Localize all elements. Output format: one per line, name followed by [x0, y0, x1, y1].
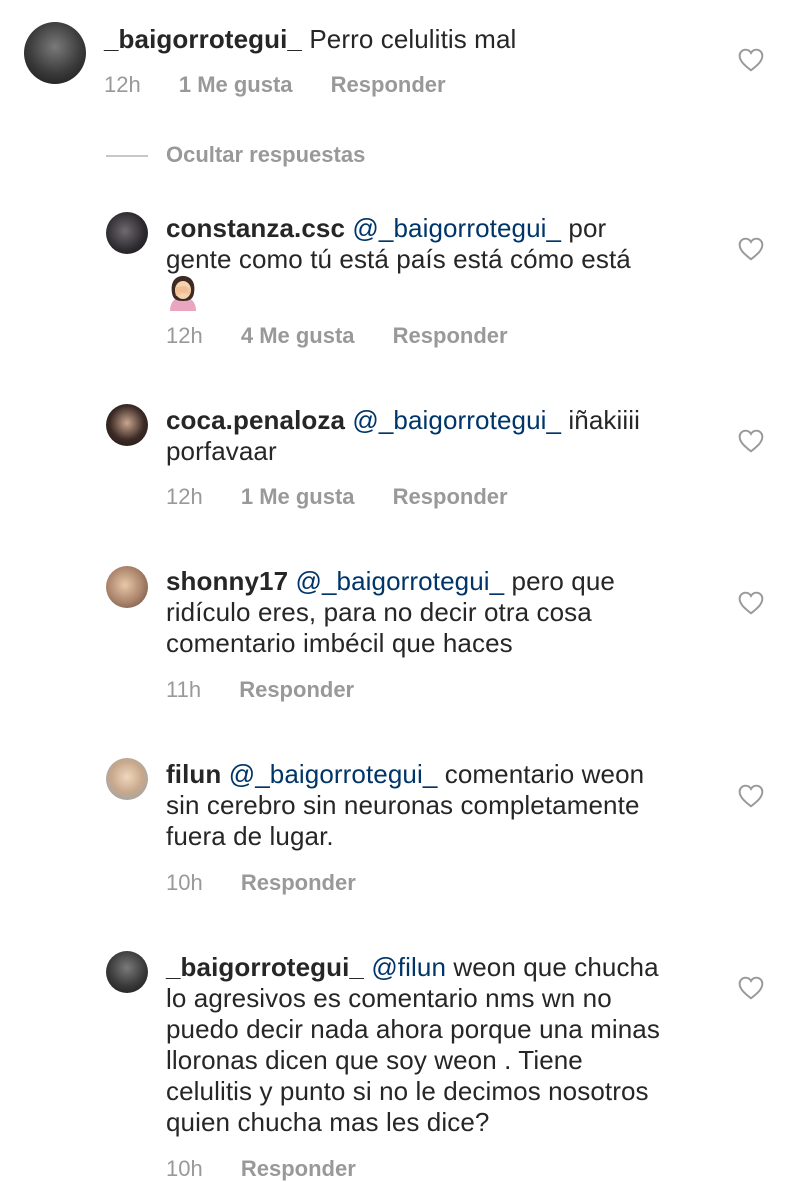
reply-text: shonny17 @_baigorrotegui_ pero que ridíc… [166, 566, 615, 659]
reply-meta: 10h Responder [166, 1156, 388, 1182]
mention-link[interactable]: @_baigorrotegui_ [296, 566, 505, 596]
reply-button[interactable]: Responder [241, 1156, 356, 1181]
comment-text: _baigorrotegui_ Perro celulitis mal [104, 24, 516, 55]
reply-body: quien chucha mas les dice? [166, 1107, 490, 1137]
reply-time: 11h [166, 677, 202, 702]
likes-count[interactable]: 4 Me gusta [241, 323, 355, 348]
reply-body: weon que chucha [446, 952, 659, 982]
reply-button[interactable]: Responder [241, 870, 356, 895]
mention-link[interactable]: @_baigorrotegui_ [229, 759, 438, 789]
mention-link[interactable]: @filun [371, 952, 446, 982]
reply-text: filun @_baigorrotegui_ comentario weon s… [166, 759, 644, 852]
replies-divider [106, 155, 148, 157]
reply-username[interactable]: filun [166, 759, 221, 789]
reply-body: ridículo eres, para no decir otra cosa [166, 597, 592, 627]
reply-button[interactable]: Responder [393, 484, 508, 509]
reply-meta: 12h 1 Me gusta Responder [166, 484, 540, 510]
mention-link[interactable]: @_baigorrotegui_ [352, 213, 561, 243]
hide-replies-button[interactable]: Ocultar respuestas [166, 142, 365, 168]
reply-meta: 10h Responder [166, 870, 388, 896]
reply-username[interactable]: coca.penaloza [166, 405, 345, 435]
reply-body: lloronas dicen que soy weon . Tiene [166, 1045, 583, 1075]
reply-time: 12h [166, 484, 203, 509]
reply-body: celulitis y punto si no le decimos nosot… [166, 1076, 649, 1106]
reply-body: iñakiiii [561, 405, 640, 435]
avatar[interactable] [106, 758, 148, 800]
heart-icon[interactable] [738, 429, 764, 453]
reply-body: sin cerebro sin neuronas completamente [166, 790, 640, 820]
reply-time: 10h [166, 1156, 203, 1181]
reply-time: 12h [166, 323, 203, 348]
reply-body: fuera de lugar. [166, 821, 334, 851]
reply-username[interactable]: shonny17 [166, 566, 288, 596]
reply-text: coca.penaloza @_baigorrotegui_ iñakiiii … [166, 405, 640, 467]
reply-meta: 11h Responder [166, 677, 386, 703]
reply-text: constanza.csc @_baigorrotegui_ por gente… [166, 213, 631, 311]
reply-text: _baigorrotegui_ @filun weon que chucha l… [166, 952, 660, 1138]
heart-icon[interactable] [738, 784, 764, 808]
comment-username[interactable]: _baigorrotegui_ [104, 24, 302, 54]
reply-body: porfavaar [166, 436, 277, 466]
comment-meta: 12h 1 Me gusta Responder [104, 72, 478, 98]
avatar[interactable] [106, 404, 148, 446]
avatar[interactable] [106, 951, 148, 993]
heart-icon[interactable] [738, 237, 764, 261]
reply-body: por [561, 213, 607, 243]
reply-body: lo agresivos es comentario nms wn no [166, 983, 612, 1013]
comment-body: Perro celulitis mal [309, 24, 517, 54]
comment-time: 12h [104, 72, 141, 97]
heart-icon[interactable] [738, 48, 764, 72]
reply-body: comentario imbécil que haces [166, 628, 513, 658]
reply-button[interactable]: Responder [393, 323, 508, 348]
likes-count[interactable]: 1 Me gusta [241, 484, 355, 509]
avatar[interactable] [106, 566, 148, 608]
woman-facepalming-emoji [170, 276, 196, 311]
reply-body: gente como tú está país está cómo está [166, 244, 631, 274]
reply-meta: 12h 4 Me gusta Responder [166, 323, 540, 349]
reply-button[interactable]: Responder [239, 677, 354, 702]
mention-link[interactable]: @_baigorrotegui_ [352, 405, 561, 435]
heart-icon[interactable] [738, 591, 764, 615]
reply-username[interactable]: constanza.csc [166, 213, 345, 243]
reply-username[interactable]: _baigorrotegui_ [166, 952, 364, 982]
avatar[interactable] [106, 212, 148, 254]
reply-body: pero que [504, 566, 615, 596]
reply-body: puedo decir nada ahora porque una minas [166, 1014, 660, 1044]
reply-button[interactable]: Responder [331, 72, 446, 97]
heart-icon[interactable] [738, 976, 764, 1000]
reply-time: 10h [166, 870, 203, 895]
likes-count[interactable]: 1 Me gusta [179, 72, 293, 97]
reply-body: comentario weon [437, 759, 645, 789]
avatar[interactable] [24, 22, 86, 84]
